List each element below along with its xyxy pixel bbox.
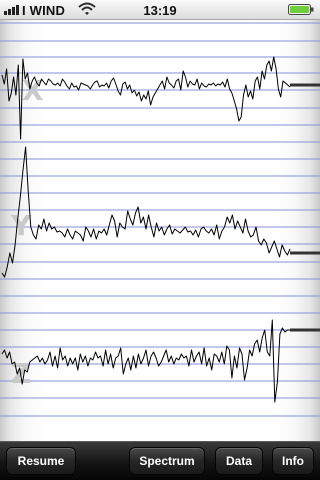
clock-time: 13:19 (143, 3, 177, 18)
x-axis-trace (1, 56, 320, 140)
bottom-toolbar: Resume Spectrum Data Info (0, 441, 320, 480)
signal-trace (1, 56, 291, 140)
spectrum-button[interactable]: Spectrum (129, 447, 205, 475)
z-axis-trace (1, 319, 320, 403)
info-button[interactable]: Info (272, 447, 314, 475)
signal-trace (1, 319, 290, 403)
battery-icon (288, 4, 314, 15)
data-button[interactable]: Data (215, 447, 263, 475)
status-bar: I WIND 13:19 (0, 0, 320, 20)
signal-trace (1, 146, 291, 278)
resume-button[interactable]: Resume (6, 447, 76, 475)
y-axis-trace (1, 146, 320, 278)
graph-paper: X Y Z (0, 20, 320, 441)
